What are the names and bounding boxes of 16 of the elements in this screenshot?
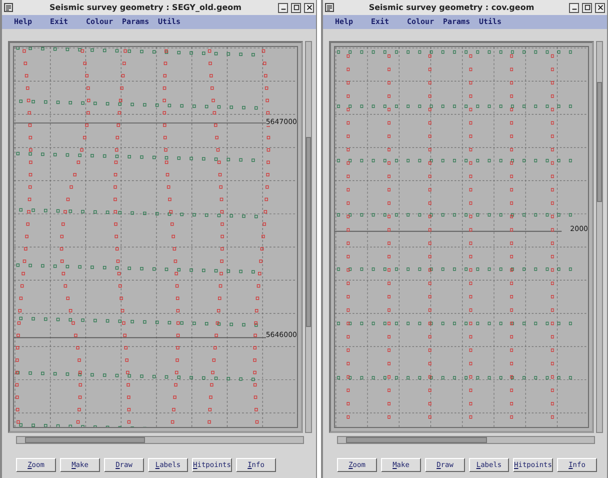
maximize-icon [292,4,300,11]
vertical-scrollbar[interactable] [305,41,312,433]
window-title: Seismic survey geometry : SEGY_old.geom [48,2,242,14]
maximize-button[interactable] [582,2,592,12]
horizontal-scrollbar[interactable] [16,436,304,444]
maximize-icon [584,4,590,11]
window-title: Seismic survey geometry : cov.geom [368,2,536,14]
minimize-button[interactable] [569,2,579,12]
horizontal-scrollbar[interactable] [337,436,595,444]
minimize-button[interactable] [278,2,288,12]
maximize-button[interactable] [291,2,301,12]
vertical-scrollbar[interactable] [596,41,603,433]
close-icon [306,4,312,11]
close-icon [596,4,604,11]
close-button[interactable] [595,2,605,12]
close-button[interactable] [304,2,314,12]
